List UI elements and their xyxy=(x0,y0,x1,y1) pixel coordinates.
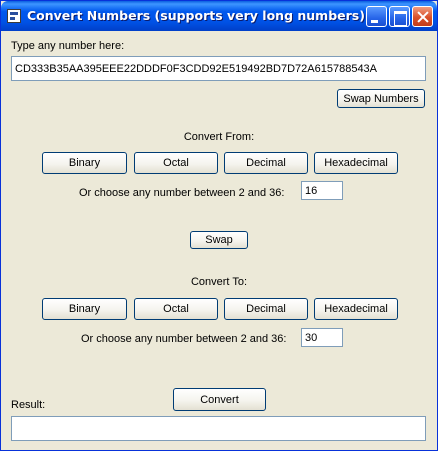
result-field[interactable] xyxy=(11,416,426,441)
to-base-input[interactable] xyxy=(301,328,343,347)
to-hexadecimal-button[interactable]: Hexadecimal xyxy=(314,298,398,320)
title-bar[interactable]: Convert Numbers (supports very long numb… xyxy=(1,1,437,31)
to-decimal-button[interactable]: Decimal xyxy=(224,298,308,320)
convert-to-heading: Convert To: xyxy=(190,276,248,288)
to-octal-button[interactable]: Octal xyxy=(134,298,218,320)
to-binary-button[interactable]: Binary xyxy=(42,298,127,320)
number-input-label: Type any number here: xyxy=(11,40,125,52)
from-hexadecimal-button[interactable]: Hexadecimal xyxy=(314,152,398,174)
from-base-input[interactable] xyxy=(301,181,343,200)
convert-from-heading: Convert From: xyxy=(183,131,255,143)
close-icon[interactable] xyxy=(412,6,433,27)
convert-button[interactable]: Convert xyxy=(173,388,266,411)
from-base-label: Or choose any number between 2 and 36: xyxy=(79,187,285,199)
from-octal-button[interactable]: Octal xyxy=(134,152,218,174)
result-label: Result: xyxy=(11,399,46,411)
to-base-label: Or choose any number between 2 and 36: xyxy=(81,333,287,345)
from-binary-button[interactable]: Binary xyxy=(42,152,127,174)
window-title: Convert Numbers (supports very long numb… xyxy=(27,8,365,23)
number-input[interactable] xyxy=(11,56,426,81)
minimize-icon[interactable] xyxy=(366,6,387,27)
swap-button[interactable]: Swap xyxy=(190,231,248,249)
app-icon xyxy=(7,9,21,23)
from-decimal-button[interactable]: Decimal xyxy=(224,152,308,174)
app-window: Convert Numbers (supports very long numb… xyxy=(0,0,438,451)
maximize-icon[interactable] xyxy=(389,6,410,27)
swap-numbers-button[interactable]: Swap Numbers xyxy=(337,89,425,108)
